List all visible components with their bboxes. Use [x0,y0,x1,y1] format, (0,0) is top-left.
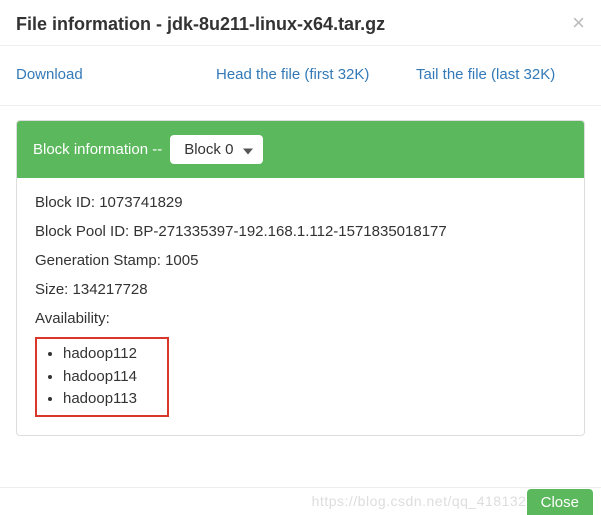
gen-stamp-label: Generation Stamp: [35,252,161,269]
block-select[interactable]: Block 0 [170,135,263,164]
block-select-value: Block 0 [184,141,233,158]
block-id-row: Block ID: 1073741829 [35,194,566,211]
block-info-panel: Block information -- Block 0 Block ID: 1… [16,120,585,436]
gen-stamp-value: 1005 [165,252,198,269]
size-value: 134217728 [73,281,148,298]
list-item: hadoop114 [63,366,137,389]
download-link[interactable]: Download [16,66,216,83]
file-action-links: Download Head the file (first 32K) Tail … [0,46,601,106]
block-info-label: Block information -- [33,141,162,158]
close-icon[interactable]: × [572,12,585,34]
availability-box: hadoop112 hadoop114 hadoop113 [35,337,169,417]
list-item: hadoop112 [63,343,137,366]
gen-stamp-row: Generation Stamp: 1005 [35,252,566,269]
block-info-body: Block ID: 1073741829 Block Pool ID: BP-2… [17,178,584,435]
list-item: hadoop113 [63,388,137,411]
block-pool-id-label: Block Pool ID: [35,223,129,240]
modal-title: File information - jdk-8u211-linux-x64.t… [16,14,585,35]
modal-footer: https://blog.csdn.net/qq_41813208 Close [0,487,601,515]
size-row: Size: 134217728 [35,281,566,298]
file-info-modal: File information - jdk-8u211-linux-x64.t… [0,0,601,515]
size-label: Size: [35,281,68,298]
block-id-label: Block ID: [35,194,95,211]
availability-label: Availability: [35,310,566,327]
head-file-link[interactable]: Head the file (first 32K) [216,66,416,83]
block-info-header: Block information -- Block 0 [17,121,584,178]
modal-header: File information - jdk-8u211-linux-x64.t… [0,0,601,46]
close-button[interactable]: Close [527,489,593,515]
block-pool-id-row: Block Pool ID: BP-271335397-192.168.1.11… [35,223,566,240]
block-pool-id-value: BP-271335397-192.168.1.112-1571835018177 [133,223,446,240]
watermark-text: https://blog.csdn.net/qq_41813208 [312,493,543,509]
tail-file-link[interactable]: Tail the file (last 32K) [416,66,585,83]
chevron-down-icon [243,141,253,158]
availability-list: hadoop112 hadoop114 hadoop113 [41,343,137,411]
block-id-value: 1073741829 [99,194,182,211]
